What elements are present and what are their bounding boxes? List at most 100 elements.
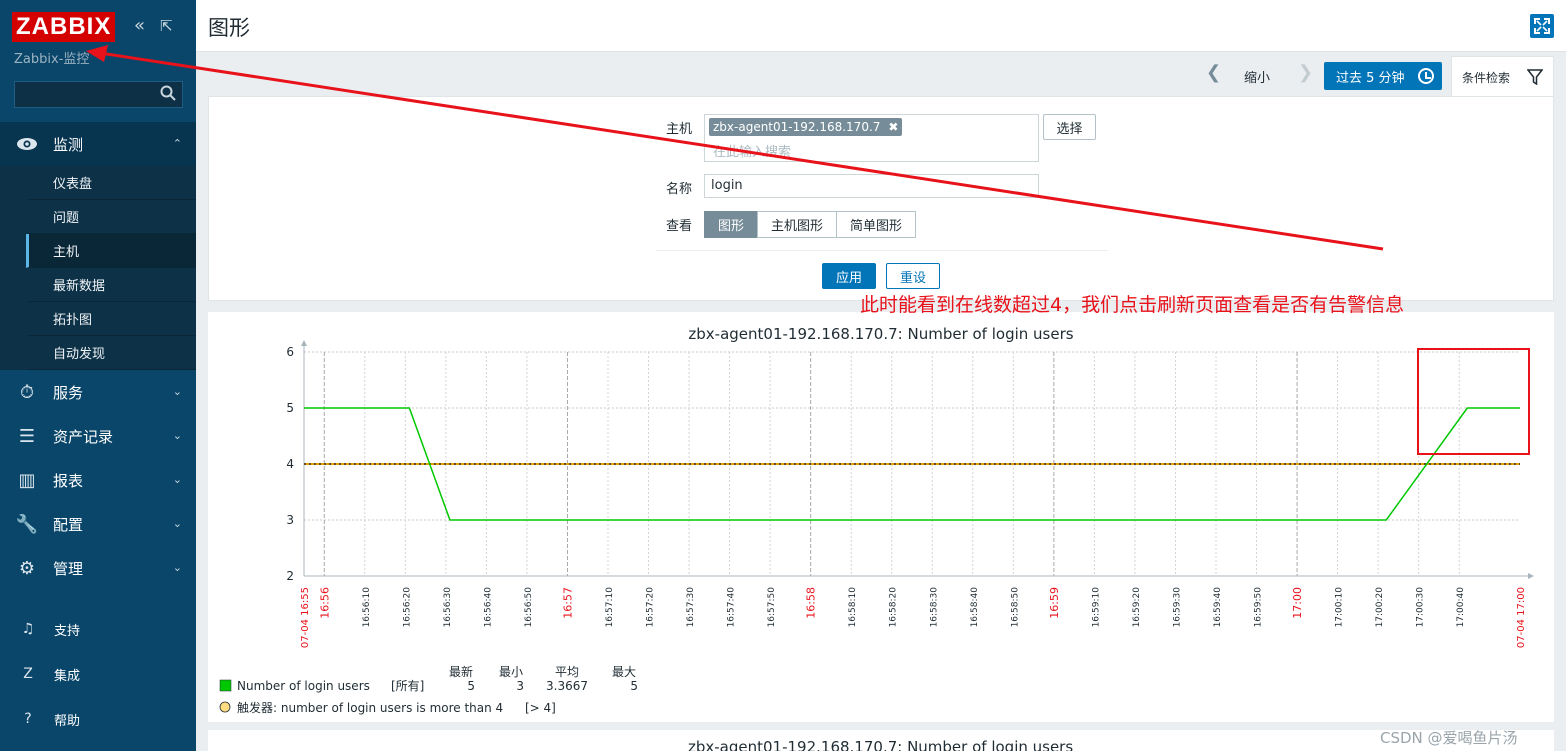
- legend-avg: 3.3667: [546, 679, 588, 693]
- sidebar-item-1[interactable]: 问题: [26, 200, 196, 234]
- chevron-up-icon: ⌃: [172, 137, 182, 150]
- sidebar-item-3[interactable]: 最新数据: [26, 268, 196, 302]
- main-menu: 监测 ⌃ 仪表盘 问题 主机 最新数据 拓扑图 自动发现 ⏱ 服务 ⌄ ☰ 资产记录 ⌄ ▥ 报表 ⌄ 🔧 配…: [0, 122, 196, 590]
- view-simple-graph-button[interactable]: 简单图形: [836, 211, 916, 238]
- x-tick-label: 16:58:20: [889, 587, 899, 628]
- annotation-text: 此时能看到在线数超过4，我们点击刷新页面查看是否有告警信息: [860, 294, 1405, 316]
- x-tick-label: 16:57:40: [727, 587, 737, 628]
- filter-tab-label: 条件检索: [1462, 70, 1511, 85]
- menu-label: 管理: [53, 559, 84, 578]
- legend-max: 5: [630, 679, 638, 693]
- chevron-down-icon: ⌄: [172, 473, 182, 486]
- x-tick-label: 16:58:50: [1010, 587, 1020, 628]
- host-search-input[interactable]: 在此输入搜索: [713, 141, 791, 160]
- chart-title: zbx-agent01-192.168.170.7: Number of log…: [688, 325, 1073, 343]
- legend-header: 平均: [555, 665, 579, 679]
- x-tick-label: 17:00:30: [1416, 587, 1426, 628]
- x-tick-label: 16:58:30: [929, 587, 939, 628]
- bottom-menu-label: 支持: [54, 623, 81, 639]
- view-graph-button[interactable]: 图形: [704, 211, 758, 238]
- x-tick-label: 16:57:50: [767, 587, 777, 628]
- menu-4[interactable]: ⚙ 管理 ⌄: [0, 546, 196, 590]
- legend-header: 最小: [499, 665, 523, 679]
- page-title: 图形: [208, 16, 250, 40]
- sidebar-item-0[interactable]: 仪表盘: [26, 166, 196, 200]
- x-tick-label: 16:57:30: [686, 587, 696, 628]
- menu-label: 资产记录: [53, 427, 114, 446]
- view-label: 查看: [666, 219, 693, 234]
- chevron-right-icon[interactable]: ❯: [1298, 62, 1313, 83]
- x-end-label: 07-04 17:00: [1516, 587, 1527, 648]
- legend-latest: 5: [467, 679, 475, 693]
- clock-icon: [1418, 68, 1434, 84]
- wrench-icon: 🔧: [15, 513, 39, 535]
- reset-button[interactable]: 重设: [886, 263, 940, 289]
- x-tick-label: 16:57: [561, 587, 574, 619]
- x-tick-label: 16:59: [1048, 587, 1061, 619]
- legend-series-label: Number of login users: [237, 679, 370, 693]
- watermark: CSDN @爱喝鱼片汤: [1380, 729, 1518, 747]
- collapse-sidebar-icon[interactable]: «: [134, 17, 145, 35]
- y-axis-arrow: [301, 340, 307, 346]
- menu-0[interactable]: ⏱ 服务 ⌄: [0, 370, 196, 414]
- sidebar-search-input[interactable]: [14, 81, 183, 108]
- login-users-chart: zbx-agent01-192.168.170.7: Number of log…: [219, 325, 1534, 715]
- menu-1[interactable]: ☰ 资产记录 ⌄: [0, 414, 196, 458]
- filter-tab[interactable]: 条件检索: [1451, 56, 1554, 97]
- legend-header: 最大: [612, 665, 636, 679]
- x-tick-label: 16:59:40: [1213, 587, 1223, 628]
- menu-monitoring[interactable]: 监测 ⌃: [0, 122, 196, 166]
- menu-2[interactable]: ▥ 报表 ⌄: [0, 458, 196, 502]
- x-tick-label: 16:59:20: [1132, 587, 1142, 628]
- graph-panel: zbx-agent01-192.168.170.7: Number of log…: [208, 312, 1554, 722]
- bottom-menu-1[interactable]: Z 集成: [0, 652, 196, 696]
- name-input[interactable]: login: [704, 174, 1039, 198]
- view-host-graph-button[interactable]: 主机图形: [757, 211, 837, 238]
- chevron-down-icon: ⌄: [172, 561, 182, 574]
- x-tick-label: 17:00:20: [1375, 587, 1385, 628]
- chevron-down-icon: ⌄: [172, 385, 182, 398]
- search-icon[interactable]: [160, 85, 176, 101]
- eye-icon: [16, 133, 38, 155]
- host-label: 主机: [666, 122, 693, 137]
- monitoring-submenu: 仪表盘 问题 主机 最新数据 拓扑图 自动发现: [0, 166, 196, 370]
- kiosk-sidebar-icon[interactable]: ⇱: [160, 17, 173, 35]
- legend-trigger-label: 触发器: number of login users is more than …: [237, 700, 503, 715]
- x-tick-label: 16:59:10: [1091, 587, 1101, 628]
- sidebar-item-5[interactable]: 自动发现: [26, 336, 196, 370]
- host-chip-label: zbx-agent01-192.168.170.7: [713, 120, 881, 134]
- y-tick-label: 4: [286, 457, 294, 471]
- host-multiselect[interactable]: zbx-agent01-192.168.170.7 ✖ 在此输入搜索: [704, 114, 1039, 162]
- sidebar-item-2[interactable]: 主机: [26, 234, 196, 268]
- x-tick-label: 16:57:10: [605, 587, 615, 628]
- bottom-menu-0[interactable]: ♫ 支持: [0, 607, 196, 651]
- time-period-button[interactable]: 过去 5 分钟: [1324, 62, 1442, 90]
- sidebar-item-4[interactable]: 拓扑图: [26, 302, 196, 336]
- bottom-menu-2[interactable]: ? 帮助: [0, 697, 196, 741]
- y-tick-label: 3: [286, 513, 294, 527]
- legend-swatch: [219, 679, 232, 692]
- menu-label: 服务: [53, 383, 84, 402]
- legend-min: 3: [516, 679, 524, 693]
- zabbix-logo[interactable]: ZABBIX: [12, 12, 116, 42]
- stopwatch-icon: ⏱: [19, 381, 35, 403]
- z-icon: Z: [23, 666, 33, 682]
- x-tick-label: 16:59:50: [1254, 587, 1264, 628]
- menu-monitoring-label: 监测: [53, 135, 84, 154]
- x-tick-label: 16:59:30: [1172, 587, 1182, 628]
- graph2-title: zbx-agent01-192.168.170.7: Number of log…: [688, 738, 1074, 751]
- sidebar: ZABBIX « ⇱ Zabbix-监控 监测 ⌃ 仪表盘 问题 主机 最新数据 拓扑图…: [0, 0, 196, 751]
- legend-header: 最新: [449, 664, 473, 679]
- select-host-button[interactable]: 选择: [1043, 114, 1096, 140]
- chevron-left-icon[interactable]: ❮: [1206, 62, 1221, 83]
- host-chip: zbx-agent01-192.168.170.7 ✖: [709, 118, 903, 136]
- fullscreen-button[interactable]: [1530, 14, 1554, 38]
- apply-button[interactable]: 应用: [822, 263, 876, 289]
- menu-3[interactable]: 🔧 配置 ⌄: [0, 502, 196, 546]
- menu-list: ⏱ 服务 ⌄ ☰ 资产记录 ⌄ ▥ 报表 ⌄ 🔧 配置 ⌄ ⚙ 管理 ⌄: [0, 370, 196, 590]
- zoom-out-button[interactable]: 缩小: [1244, 67, 1270, 86]
- chevron-down-icon: ⌄: [172, 517, 182, 530]
- remove-chip-icon[interactable]: ✖: [888, 120, 898, 134]
- list-icon: ☰: [18, 425, 36, 447]
- fullscreen-icon: [1534, 18, 1550, 34]
